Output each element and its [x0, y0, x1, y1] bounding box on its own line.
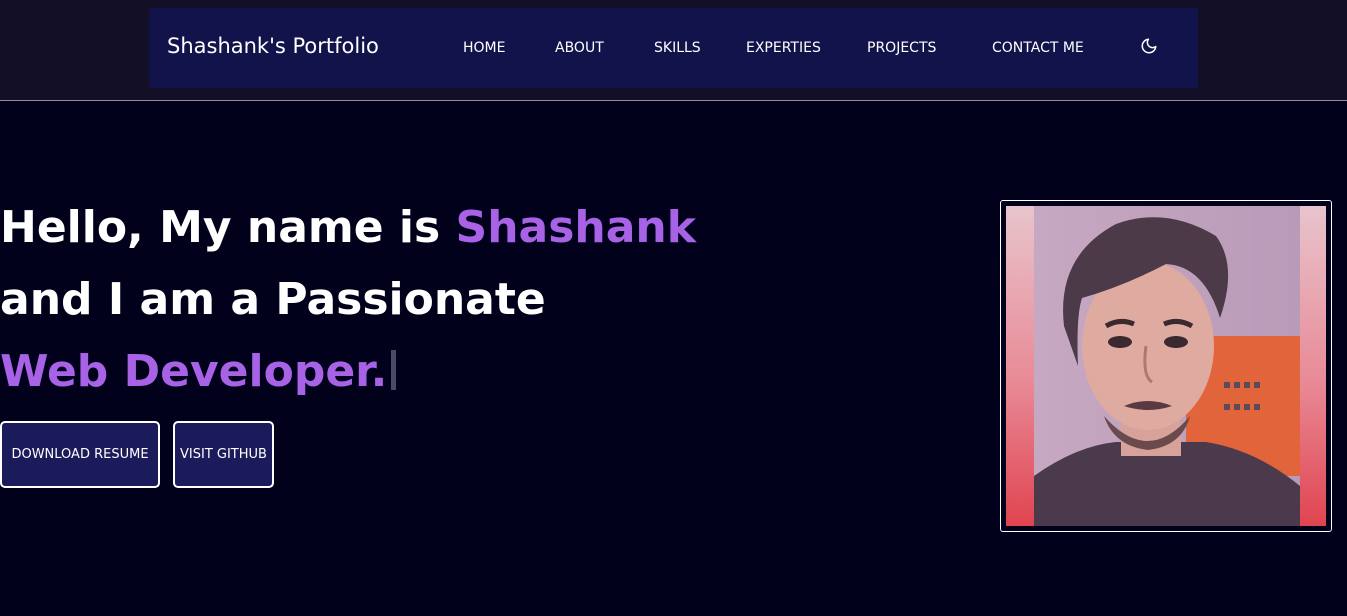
hero-line-1: Hello, My name is Shashank: [0, 206, 696, 250]
nav-about[interactable]: ABOUT: [555, 40, 604, 56]
profile-photo: [1006, 206, 1326, 526]
nav-experties[interactable]: EXPERTIES: [746, 40, 821, 56]
top-bar: Shashank's Portfolio HOME ABOUT SKILLS E…: [0, 0, 1347, 101]
download-resume-button[interactable]: DOWNLOAD RESUME: [0, 421, 160, 488]
hero-role: Web Developer.: [0, 346, 388, 397]
visit-github-button[interactable]: VISIT GITHUB: [173, 421, 274, 488]
moon-icon[interactable]: [1140, 37, 1158, 55]
navbar: Shashank's Portfolio HOME ABOUT SKILLS E…: [149, 8, 1198, 88]
hero-name: Shashank: [455, 202, 697, 253]
nav-contact[interactable]: CONTACT ME: [992, 40, 1084, 56]
brand-link[interactable]: Shashank's Portfolio: [167, 34, 379, 58]
hero-line-2: and I am a Passionate: [0, 274, 546, 325]
nav-home[interactable]: HOME: [463, 40, 505, 56]
typing-cursor: [391, 350, 397, 390]
hero-greeting: Hello, My name is: [0, 202, 456, 253]
nav-skills[interactable]: SKILLS: [654, 40, 701, 56]
nav-projects[interactable]: PROJECTS: [867, 40, 936, 56]
profile-photo-frame: [1000, 200, 1332, 532]
hero-line-3: Web Developer.: [0, 350, 397, 394]
